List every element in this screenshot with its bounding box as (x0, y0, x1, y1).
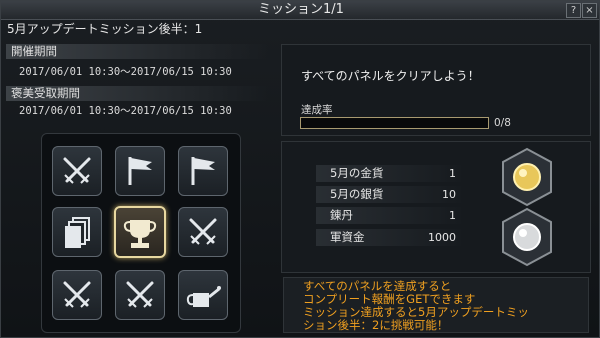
mission-window: ミッション1/1 ? × 5月アップデートミッション後半：1 開催期間 2017… (0, 0, 600, 338)
panel-5-selected[interactable] (114, 206, 166, 258)
swords-icon (63, 281, 91, 308)
title-bar[interactable]: ミッション1/1 ? × (1, 1, 599, 20)
panel-3[interactable] (178, 146, 228, 196)
reward-qty: 1 (449, 167, 456, 180)
panel-grid (41, 133, 241, 333)
progress-value: 0/8 (494, 117, 511, 129)
reward-period-label: 褒美受取期間 (6, 86, 268, 101)
panel-6[interactable] (178, 207, 228, 257)
panel-8[interactable] (115, 270, 165, 320)
reward-qty: 10 (442, 188, 456, 201)
reward-qty: 1 (449, 209, 456, 222)
panel-7[interactable] (52, 270, 102, 320)
silver-coin-icon (502, 207, 552, 267)
trophy-icon (123, 220, 157, 248)
reward-row: 軍資金 1000 (316, 229, 466, 246)
gold-coin-icon (502, 147, 552, 207)
reward-name: 5月の銀貨 (330, 187, 384, 201)
close-button[interactable]: × (582, 3, 597, 18)
progress-label: 達成率 (301, 104, 333, 116)
mission-name: 5月アップデートミッション後半：1 (7, 22, 203, 36)
reward-name: 錬丹 (330, 208, 353, 222)
panel-1[interactable] (52, 146, 102, 196)
objective-text: すべてのパネルをクリアしよう！ (301, 69, 480, 83)
held-period-value: 2017/06/01 10:30～2017/06/15 10:30 (19, 66, 232, 78)
notice-line: ション後半：2に挑戦可能！ (303, 318, 449, 332)
panel-4[interactable] (52, 207, 102, 257)
flag-icon (128, 157, 152, 185)
reward-period-value: 2017/06/01 10:30～2017/06/15 10:30 (19, 105, 232, 117)
panel-9[interactable] (178, 270, 228, 320)
reward-row: 錬丹 1 (316, 207, 466, 224)
progress-bar (300, 117, 489, 129)
help-button[interactable]: ? (566, 3, 581, 18)
panel-2[interactable] (115, 146, 165, 196)
window-title: ミッション1/1 (258, 2, 344, 17)
silver-coin-reward[interactable] (500, 207, 554, 267)
swords-icon (126, 281, 154, 308)
reward-qty: 1000 (428, 231, 456, 244)
reward-row: 5月の金貨 1 (316, 165, 466, 182)
reward-name: 軍資金 (330, 230, 365, 244)
reward-name: 5月の金貨 (330, 166, 384, 180)
swords-icon (189, 218, 217, 245)
swords-icon (63, 157, 91, 184)
cards-icon (65, 217, 90, 248)
flag-icon (191, 157, 215, 185)
watering-can-icon (186, 286, 221, 307)
gold-coin-reward[interactable] (500, 147, 554, 207)
held-period-label: 開催期間 (6, 44, 268, 59)
reward-row: 5月の銀貨 10 (316, 186, 466, 203)
